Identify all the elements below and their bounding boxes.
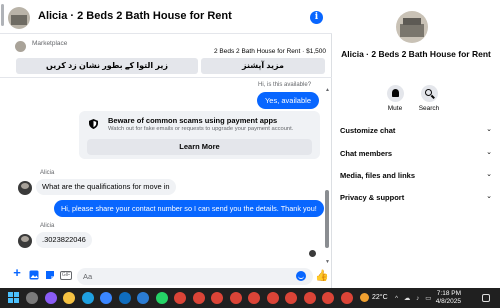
privacy-support-label: Privacy & support	[340, 193, 405, 202]
scam-warning-subtitle: Watch out for fake emails or requests to…	[108, 126, 294, 132]
conversation-info-pane: Alicia · 2 Beds 2 Bath House for Rent Mu…	[333, 0, 500, 288]
app-chrome-6-icon[interactable]	[266, 292, 279, 304]
mark-pending-button[interactable]: زیر التوا کے بطور نشان زد کریں	[16, 58, 198, 74]
avatar[interactable]	[18, 181, 32, 195]
thumbs-up-icon[interactable]: 👍	[315, 269, 329, 282]
app-word-icon[interactable]	[137, 292, 149, 304]
scroll-up-arrow-icon[interactable]: ▲	[325, 87, 330, 93]
app-chrome-10-icon[interactable]	[340, 292, 353, 304]
incoming-message-bubble[interactable]: What are the qualifications for move in	[36, 179, 176, 195]
seen-receipt-avatar	[309, 250, 316, 257]
clock-time: 7:18 PM	[436, 290, 461, 297]
incoming-message-bubble[interactable]: .3023822046	[36, 232, 92, 248]
emoji-icon[interactable]	[296, 271, 306, 281]
privacy-support-row[interactable]: Privacy & support ⌄	[333, 188, 500, 208]
sticker-icon[interactable]	[45, 270, 55, 280]
shield-icon	[89, 119, 98, 129]
plus-icon[interactable]: +	[12, 266, 22, 279]
chevron-down-icon: ⌄	[486, 193, 492, 200]
weather-icon[interactable]	[360, 293, 369, 302]
search-circle[interactable]	[420, 85, 438, 102]
notification-icon[interactable]	[482, 294, 490, 302]
app-search-icon[interactable]	[26, 292, 38, 304]
left-scroll-indicator[interactable]	[1, 4, 4, 26]
temperature[interactable]: 22°C	[372, 294, 388, 301]
media-files-links-row[interactable]: Media, files and links ⌄	[333, 166, 500, 186]
image-icon[interactable]	[29, 270, 39, 280]
search-icon	[424, 89, 432, 96]
listing-thumbnail[interactable]	[8, 7, 30, 29]
listing-photo[interactable]	[396, 11, 428, 43]
message-composer: + GIF 👍	[0, 264, 332, 288]
app-chrome-1-icon[interactable]	[174, 292, 186, 304]
marketplace-banner: Marketplace 2 Beds 2 Bath House for Rent…	[0, 34, 332, 78]
customize-chat-row[interactable]: Customize chat ⌄	[333, 121, 500, 141]
app-chrome-2-icon[interactable]	[192, 292, 205, 304]
clock[interactable]: 7:18 PM 4/8/2025	[431, 290, 461, 306]
app-chrome-9-icon[interactable]	[322, 292, 334, 304]
app-edge-icon[interactable]	[81, 292, 94, 304]
outgoing-message-bubble[interactable]: Hi, please share your contact number so …	[54, 200, 324, 217]
sender-name: Alicia	[40, 170, 55, 176]
mute-circle[interactable]	[386, 85, 404, 102]
app-chrome-5-icon[interactable]	[248, 292, 260, 304]
message-input[interactable]	[77, 268, 313, 285]
marketplace-thumbnail	[15, 41, 26, 52]
search-label: Search	[418, 105, 440, 112]
app-explorer-icon[interactable]	[63, 292, 75, 304]
outgoing-message-bubble[interactable]: Yes, available	[256, 92, 319, 109]
bell-icon	[391, 89, 399, 97]
chevron-down-icon: ⌄	[486, 171, 492, 178]
windows-taskbar: 22°C ^ ☁ ♪ ▭ 7:18 PM 4/8/2025	[0, 288, 500, 308]
clock-date: 4/8/2025	[435, 298, 461, 305]
app-copilot-icon[interactable]	[44, 292, 57, 304]
chevron-down-icon: ⌄	[486, 149, 492, 156]
scam-warning-card: Beware of common scams using payment app…	[79, 111, 320, 159]
chevron-down-icon: ⌄	[486, 126, 492, 133]
sender-name: Alicia	[40, 223, 55, 229]
chat-members-label: Chat members	[340, 149, 393, 158]
gif-icon[interactable]: GIF	[60, 271, 72, 280]
scrollbar-thumb[interactable]	[325, 190, 329, 248]
previous-message-text: Hi, is this available?	[258, 82, 312, 88]
info-icon[interactable]: i	[310, 11, 323, 24]
avatar[interactable]	[18, 234, 32, 248]
learn-more-button[interactable]: Learn More	[87, 139, 312, 155]
chat-header: Alicia · 2 Beds 2 Bath House for Rent i	[0, 0, 332, 34]
chat-pane: Alicia · 2 Beds 2 Bath House for Rent i …	[0, 0, 332, 288]
search-button[interactable]: Search	[409, 85, 449, 112]
system-tray[interactable]: ^ ☁ ♪ ▭	[395, 294, 433, 302]
app-chrome-3-icon[interactable]	[211, 292, 223, 304]
start-button[interactable]	[8, 292, 20, 304]
app-store-icon[interactable]	[100, 292, 112, 304]
scam-warning-title: Beware of common scams using payment app…	[108, 116, 278, 125]
info-title: Alicia · 2 Beds 2 Bath House for Rent	[341, 49, 491, 59]
chat-title[interactable]: Alicia · 2 Beds 2 Bath House for Rent	[38, 10, 232, 22]
marketplace-label: Marketplace	[32, 40, 68, 47]
app-chrome-4-icon[interactable]	[229, 292, 242, 304]
customize-chat-label: Customize chat	[340, 126, 396, 135]
listing-title-price[interactable]: 2 Beds 2 Bath House for Rent · $1,500	[214, 48, 326, 55]
more-options-button[interactable]: مزید آپشنز	[201, 58, 325, 74]
chat-members-row[interactable]: Chat members ⌄	[333, 144, 500, 164]
media-files-links-label: Media, files and links	[340, 171, 416, 180]
app-whatsapp-icon[interactable]	[155, 292, 168, 304]
app-outlook-icon[interactable]	[118, 292, 131, 304]
app-chrome-8-icon[interactable]	[303, 292, 316, 304]
app-chrome-7-icon[interactable]	[285, 292, 297, 304]
